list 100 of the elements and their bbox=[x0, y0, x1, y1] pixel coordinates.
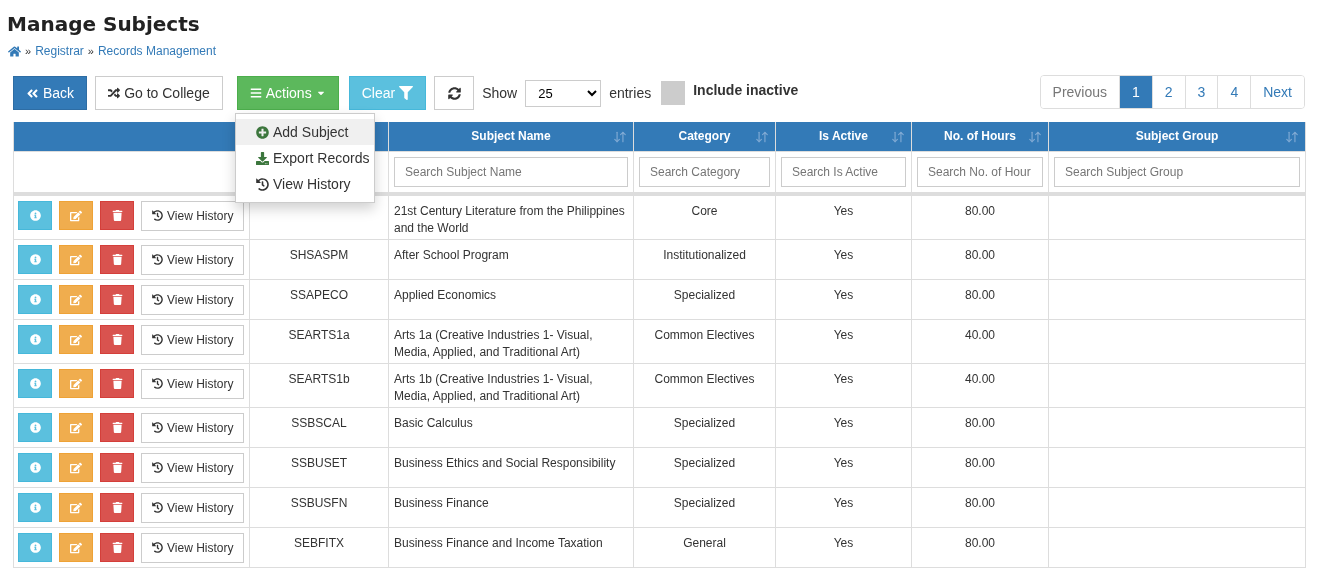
page-link[interactable]: Next bbox=[1250, 76, 1304, 108]
actions-button[interactable]: Actions bbox=[236, 76, 339, 110]
view-history-button[interactable]: View History bbox=[141, 532, 245, 563]
menu-icon bbox=[249, 87, 262, 99]
edit-icon bbox=[70, 209, 82, 222]
edit-icon bbox=[70, 541, 82, 554]
breadcrumb-separator: » bbox=[87, 45, 94, 57]
info-button[interactable] bbox=[18, 413, 52, 442]
view-history-button[interactable]: View History bbox=[141, 452, 245, 483]
double-chevron-icon bbox=[26, 86, 39, 100]
page-size-select[interactable]: 25 bbox=[525, 79, 602, 107]
filter-icon bbox=[399, 86, 414, 100]
subject-code: SEARTS1b bbox=[288, 371, 350, 386]
info-button[interactable] bbox=[18, 325, 52, 354]
delete-button[interactable] bbox=[100, 201, 134, 230]
delete-button[interactable] bbox=[100, 285, 134, 314]
info-icon bbox=[29, 294, 41, 305]
home-icon[interactable] bbox=[8, 44, 21, 58]
view-history-button[interactable]: View History bbox=[141, 492, 245, 523]
column-header[interactable]: No. of Hours bbox=[911, 122, 1049, 151]
subject-name: Arts 1b (Creative Industries 1- Visual, Media, Applied, and Traditional Art) bbox=[394, 371, 593, 403]
edit-icon bbox=[70, 377, 82, 390]
search-field[interactable]: Search Category bbox=[639, 156, 770, 187]
subject-name: 21st Century Literature from the Philippines and the World bbox=[394, 203, 625, 235]
category-text: Common Electives bbox=[654, 371, 755, 386]
edit-button[interactable] bbox=[59, 245, 93, 274]
search-field[interactable]: Search Is Active bbox=[781, 156, 906, 187]
column-header[interactable]: Is Active bbox=[775, 122, 912, 151]
sort-icon bbox=[1285, 130, 1299, 144]
delete-button[interactable] bbox=[100, 245, 134, 274]
column-header[interactable]: Category bbox=[633, 122, 776, 151]
sort-icon bbox=[755, 130, 769, 144]
breadcrumb-separator: » bbox=[25, 45, 32, 57]
category-text: Specialized bbox=[673, 455, 736, 470]
view-history-button[interactable]: View History bbox=[141, 324, 245, 355]
search-field[interactable]: Search Subject Name bbox=[394, 156, 628, 187]
trash-icon bbox=[111, 542, 123, 553]
plus-icon bbox=[256, 125, 269, 139]
view-history-button[interactable]: View History bbox=[141, 244, 245, 275]
hours-text: 80.00 bbox=[965, 287, 995, 302]
category-text: Common Electives bbox=[654, 327, 755, 342]
view-history-button[interactable]: View History bbox=[141, 200, 245, 231]
delete-button[interactable] bbox=[100, 325, 134, 354]
trash-icon bbox=[111, 378, 123, 389]
sort-icon bbox=[891, 130, 905, 144]
edit-icon bbox=[70, 461, 82, 474]
edit-button[interactable] bbox=[59, 369, 93, 398]
info-button[interactable] bbox=[18, 285, 52, 314]
trash-icon bbox=[111, 502, 123, 513]
history-icon bbox=[152, 502, 163, 513]
history-icon bbox=[152, 254, 163, 265]
edit-button[interactable] bbox=[59, 201, 93, 230]
delete-button[interactable] bbox=[100, 493, 134, 522]
info-icon bbox=[29, 542, 41, 553]
edit-button[interactable] bbox=[59, 493, 93, 522]
back-button[interactable]: Back bbox=[13, 76, 88, 110]
view-history-button[interactable]: View History bbox=[141, 284, 245, 315]
view-history-button[interactable]: View History bbox=[141, 368, 245, 399]
info-button[interactable] bbox=[18, 369, 52, 398]
history-icon bbox=[152, 294, 163, 305]
edit-icon bbox=[70, 333, 82, 346]
edit-icon bbox=[70, 293, 82, 306]
sort-icon bbox=[613, 130, 627, 144]
go-to-college-button[interactable]: Go to College bbox=[95, 76, 223, 110]
info-button[interactable] bbox=[18, 533, 52, 562]
info-icon bbox=[29, 210, 41, 221]
delete-button[interactable] bbox=[100, 533, 134, 562]
menu-item[interactable]: Export Records bbox=[236, 145, 374, 171]
refresh-button[interactable] bbox=[434, 76, 475, 110]
breadcrumb-link[interactable]: Registrar bbox=[35, 44, 84, 58]
category-text: Specialized bbox=[673, 415, 736, 430]
page-link[interactable]: 1 bbox=[1119, 76, 1152, 108]
search-field[interactable]: Search Subject Group bbox=[1054, 156, 1300, 187]
page-title: Manage Subjects bbox=[7, 12, 201, 36]
category-text: Institutionalized bbox=[663, 247, 746, 262]
menu-item[interactable]: View History bbox=[236, 171, 374, 197]
column-header[interactable]: Subject Name bbox=[388, 122, 634, 151]
view-history-button[interactable]: View History bbox=[141, 412, 245, 443]
delete-button[interactable] bbox=[100, 453, 134, 482]
info-button[interactable] bbox=[18, 453, 52, 482]
edit-button[interactable] bbox=[59, 533, 93, 562]
column-header[interactable]: Subject Group bbox=[1048, 122, 1306, 151]
delete-button[interactable] bbox=[100, 369, 134, 398]
breadcrumb-link[interactable]: Records Management bbox=[97, 44, 216, 58]
is-active-text: Yes bbox=[833, 203, 854, 218]
edit-button[interactable] bbox=[59, 453, 93, 482]
info-button[interactable] bbox=[18, 245, 52, 274]
entries-label: entries bbox=[609, 85, 652, 101]
edit-button[interactable] bbox=[59, 325, 93, 354]
edit-button[interactable] bbox=[59, 285, 93, 314]
delete-button[interactable] bbox=[100, 413, 134, 442]
info-button[interactable] bbox=[18, 493, 52, 522]
search-field[interactable]: Search No. of Hour bbox=[917, 156, 1043, 187]
menu-item[interactable]: Add Subject bbox=[236, 119, 374, 145]
edit-button[interactable] bbox=[59, 413, 93, 442]
subject-code: SSBUSET bbox=[291, 455, 347, 470]
subject-code: SSBSCAL bbox=[291, 415, 347, 430]
info-button[interactable] bbox=[18, 201, 52, 230]
category-text: Core bbox=[691, 203, 718, 218]
category-text: Specialized bbox=[673, 287, 736, 302]
